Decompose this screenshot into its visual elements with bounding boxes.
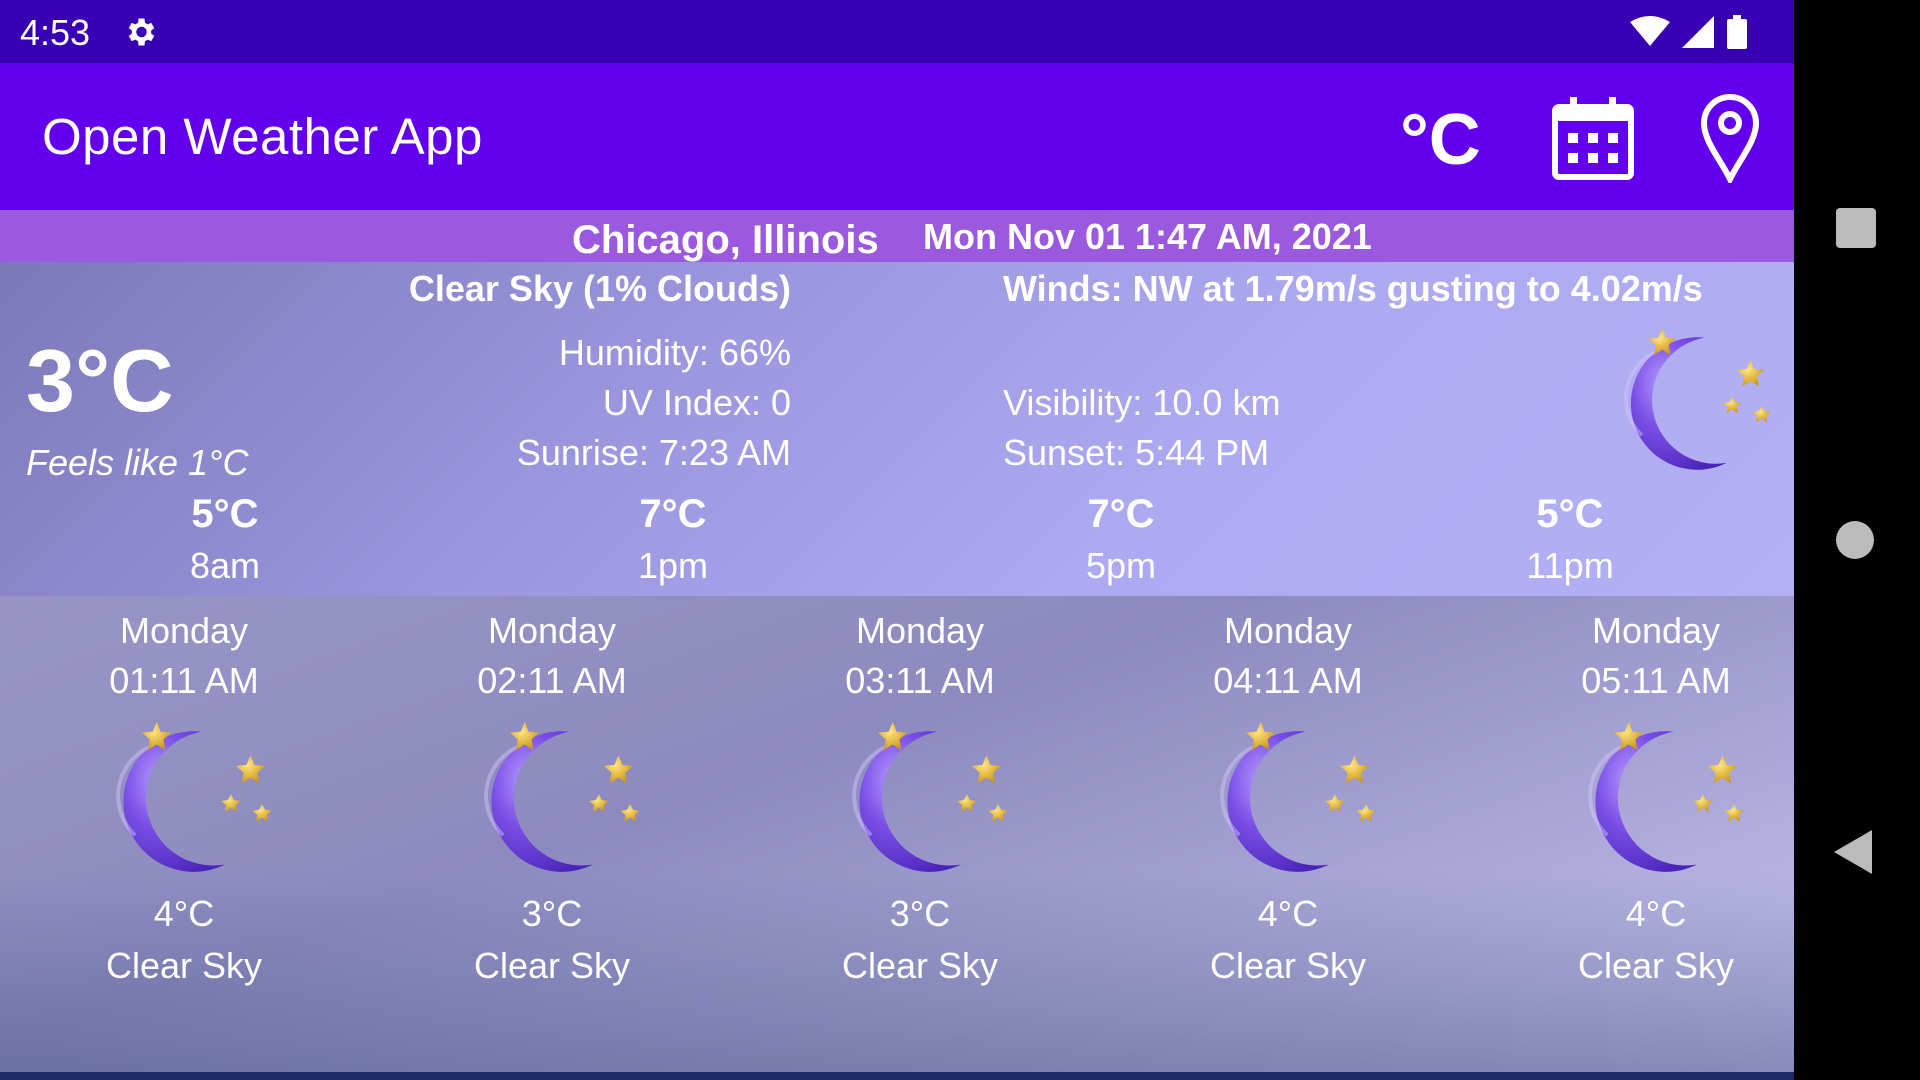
day-part-temp: 5°C: [191, 492, 259, 536]
settings-gear-icon: [128, 18, 155, 46]
forecast-time: 01:11 AM: [109, 660, 259, 701]
app-title: Open Weather App: [42, 108, 483, 165]
feels-like: Feels like 1°C: [26, 442, 249, 483]
location-pin-icon[interactable]: [1700, 93, 1760, 183]
forecast-item[interactable]: Monday 03:11 AM 3°C Clear Sky: [770, 606, 1070, 992]
forecast-condition: Clear Sky: [1577, 945, 1735, 986]
temperature-unit-button[interactable]: °C: [1400, 99, 1481, 181]
day-part-afternoon: 7°C 1pm: [563, 492, 783, 587]
battery-icon: [1727, 15, 1747, 49]
moon-stars-icon: [1188, 718, 1388, 884]
day-part-morning: 5°C 8am: [115, 492, 335, 587]
day-part-temp: 5°C: [1536, 492, 1604, 536]
forecast-condition: Clear Sky: [473, 945, 631, 986]
wind-info: Winds: NW at 1.79m/s gusting to 4.02m/s: [1003, 268, 1703, 309]
system-nav-bar: [1794, 0, 1920, 1080]
day-part-evening: 7°C 5pm: [1011, 492, 1231, 587]
forecast-day: Monday: [855, 610, 985, 651]
status-time: 4:53: [20, 12, 91, 53]
app-bar: Open Weather App °C: [0, 63, 1794, 210]
day-part-label: 1pm: [637, 545, 709, 586]
forecast-temp: 4°C: [153, 893, 215, 934]
uv-index: UV Index: 0: [602, 382, 791, 423]
current-condition: Clear Sky (1% Clouds): [408, 268, 791, 309]
forecast-temp: 4°C: [1625, 893, 1687, 934]
recents-square-icon[interactable]: [1836, 208, 1876, 248]
forecast-item[interactable]: Monday 02:11 AM 3°C Clear Sky: [402, 606, 702, 992]
forecast-item[interactable]: Monday 04:11 AM 4°C Clear Sky: [1138, 606, 1438, 992]
forecast-time: 04:11 AM: [1213, 660, 1363, 701]
forecast-temp: 4°C: [1257, 893, 1319, 934]
day-part-temp: 7°C: [1087, 492, 1155, 536]
bottom-edge: [0, 1072, 1794, 1080]
forecast-day: Monday: [1223, 610, 1353, 651]
moon-stars-icon: [84, 718, 284, 884]
forecast-temp: 3°C: [521, 893, 583, 934]
forecast-day: Monday: [487, 610, 617, 651]
forecast-time: 05:11 AM: [1581, 660, 1731, 701]
day-part-label: 8am: [189, 545, 261, 586]
forecast-item[interactable]: Monday 01:11 AM 4°C Clear Sky: [34, 606, 334, 992]
forecast-day: Monday: [119, 610, 249, 651]
forecast-day: Monday: [1591, 610, 1721, 651]
current-temperature: 3°C: [26, 331, 174, 430]
cell-signal-icon: [1682, 16, 1714, 48]
city-name: Chicago, Illinois: [572, 218, 879, 262]
moon-stars-icon: [452, 718, 652, 884]
calendar-icon[interactable]: [1550, 95, 1636, 181]
moon-stars-icon: [1556, 718, 1756, 884]
moon-stars-icon: [820, 718, 1020, 884]
moon-stars-icon: [1596, 320, 1780, 486]
forecast-time: 03:11 AM: [845, 660, 995, 701]
forecast-item[interactable]: Monday 05:11 AM 4°C Clear Sky: [1506, 606, 1794, 992]
humidity: Humidity: 66%: [558, 332, 791, 373]
day-part-label: 5pm: [1085, 545, 1157, 586]
current-weather-panel: Chicago, Illinois Mon Nov 01 1:47 AM, 20…: [0, 210, 1794, 1072]
back-triangle-icon[interactable]: [1834, 830, 1872, 874]
day-part-label: 11pm: [1526, 545, 1614, 586]
forecast-temp: 3°C: [889, 893, 951, 934]
visibility: Visibility: 10.0 km: [1003, 382, 1281, 423]
forecast-time: 02:11 AM: [477, 660, 627, 701]
sunrise: Sunrise: 7:23 AM: [516, 432, 791, 473]
forecast-condition: Clear Sky: [105, 945, 263, 986]
status-icons: [1630, 14, 1748, 50]
hourly-forecast[interactable]: Monday 01:11 AM 4°C Clear Sky Monday 02:…: [0, 596, 1794, 1072]
forecast-condition: Clear Sky: [841, 945, 999, 986]
forecast-condition: Clear Sky: [1209, 945, 1367, 986]
status-bar: 4:53: [0, 0, 1794, 63]
current-datetime: Mon Nov 01 1:47 AM, 2021: [923, 216, 1372, 257]
day-part-night: 5°C 11pm: [1460, 492, 1680, 587]
app-screen: 4:53 Open Weather App °C Chicago, Illino…: [0, 0, 1794, 1080]
location-header: Chicago, Illinois Mon Nov 01 1:47 AM, 20…: [0, 210, 1794, 262]
sunset: Sunset: 5:44 PM: [1003, 432, 1270, 473]
wifi-icon: [1630, 16, 1670, 46]
day-part-temp: 7°C: [639, 492, 707, 536]
home-circle-icon[interactable]: [1836, 521, 1874, 559]
